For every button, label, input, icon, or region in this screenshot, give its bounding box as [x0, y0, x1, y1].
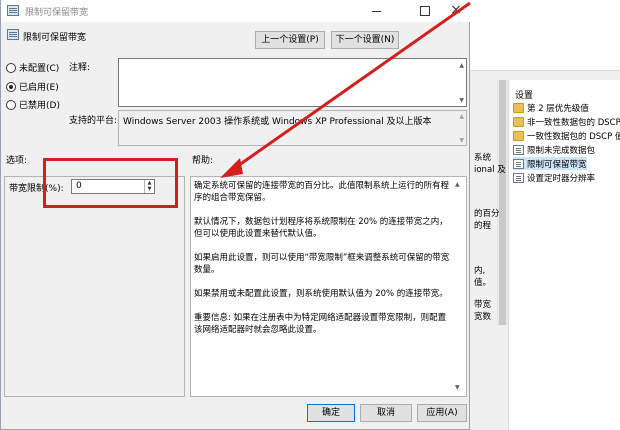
arrow-head [220, 158, 243, 178]
arrow-shaft [231, 1, 471, 172]
red-annotation-arrow [220, 1, 471, 178]
